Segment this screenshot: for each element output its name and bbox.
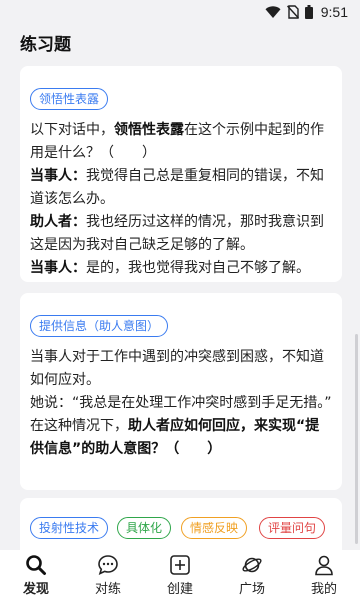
question-text: 以下对话中，领悟性表露在这个示例中起到的作用是什么？（ ） 当事人：我觉得自己总… [30,119,332,280]
add-square-icon [169,554,191,576]
quote-text: 她说：“我总是在处理工作冲突时感到手足无措。” [30,395,332,411]
topic-tag[interactable]: 领悟性表露 [30,88,109,110]
exercise-card[interactable]: 提供信息（助人意图） 当事人对于工作中遇到的冲突感到困惑，不知道如何应对。 她说… [20,293,342,490]
scrollbar[interactable] [355,334,358,544]
question-prefix: 以下对话中， [30,122,114,138]
topic-tag[interactable]: 提供信息（助人意图） [30,315,169,337]
exercise-card[interactable]: 领悟性表露 以下对话中，领悟性表露在这个示例中起到的作用是什么？（ ） 当事人：… [20,66,342,282]
scenario-text: 当事人对于工作中遇到的冲突感到困惑，不知道如何应对。 [30,349,324,388]
nav-practice[interactable]: 对练 [72,550,144,600]
nav-label: 发现 [22,581,49,597]
nav-discover[interactable]: 发现 [0,550,72,600]
topic-tag[interactable]: 投射性技术 [30,517,109,539]
exercise-card[interactable]: 投射性技术 具体化 情感反映 评量问句 [20,498,342,550]
question-prompt: 在这种情况下，助人者应如何回应，来实现“提供信息”的助人意图？（ ） [30,415,332,461]
nav-label: 创建 [166,581,193,597]
topic-tag[interactable]: 情感反映 [181,517,248,539]
nav-profile[interactable]: 我的 [288,550,360,600]
nav-label: 广场 [238,581,265,597]
search-icon [25,554,47,576]
question-text: 当事人对于工作中遇到的冲突感到困惑，不知道如何应对。 她说：“我总是在处理工作冲… [30,346,332,461]
topic-tag[interactable]: 具体化 [117,517,172,539]
planet-icon [241,554,263,576]
question-prefix: 在这种情况下， [30,418,128,434]
nav-square[interactable]: 广场 [216,550,288,600]
speaker-label: 助人者： [30,214,86,230]
speaker-label: 当事人： [30,260,86,276]
no-sim-icon [286,5,299,19]
wifi-icon [265,5,281,19]
dialogue-line: 助人者：我也经历过这样的情况，那时我意识到这是因为我对自己缺乏足够的了解。 [30,211,332,257]
exercise-list[interactable]: 领悟性表露 以下对话中，领悟性表露在这个示例中起到的作用是什么？（ ） 当事人：… [0,64,360,550]
topic-tag[interactable]: 评量问句 [259,517,326,539]
battery-icon [304,5,313,19]
dialogue-line: 当事人：是的，我也觉得我对自己不够了解。 [30,257,332,280]
speaker-label: 当事人： [30,168,86,184]
person-icon [313,554,335,576]
status-time: 9:51 [320,4,348,20]
nav-create[interactable]: 创建 [144,550,216,600]
question-keyword: 领悟性表露 [114,122,184,138]
dialogue-line: 当事人：我觉得自己总是重复相同的错误，不知道该怎么办。 [30,165,332,211]
page-title: 练习题 [20,35,71,55]
chat-icon [97,554,119,576]
nav-label: 对练 [94,581,121,597]
question-prompt: 以下对话中，领悟性表露在这个示例中起到的作用是什么？（ ） [30,119,332,165]
nav-label: 我的 [310,581,337,597]
dialogue-text: 是的，我也觉得我对自己不够了解。 [86,260,310,276]
status-bar: 9:51 [0,0,360,24]
bottom-nav: 发现 对练 创建 广场 我的 [0,550,360,600]
